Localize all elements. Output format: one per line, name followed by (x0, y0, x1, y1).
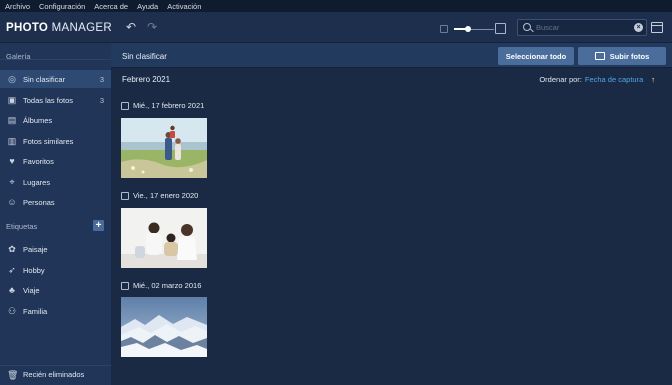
item-count: 3 (99, 95, 104, 105)
person-icon: ☺ (7, 197, 17, 207)
tags-section-label: Etiquetas (6, 222, 38, 231)
upload-photos-button[interactable]: Subir fotos (578, 47, 666, 65)
redo-icon[interactable]: ↷ (145, 20, 159, 34)
sidebar-item-similar[interactable]: ▥ Fotos similares (0, 132, 111, 150)
tag-label: Familia (23, 306, 48, 316)
tag-label: Viaje (23, 285, 40, 295)
photo-group-header: Mié., 17 febrero 2021 (121, 101, 204, 110)
sort-control: Ordenar por: Fecha de captura ↑ (539, 75, 655, 84)
photo-group-header: Mié., 02 marzo 2016 (121, 281, 201, 290)
tag-label: Hobby (23, 265, 45, 275)
sidebar-item-label: Todas las fotos (23, 95, 74, 105)
sidebar-item-recently-deleted[interactable]: 🗑 Recién eliminados (0, 365, 111, 383)
sidebar-item-people[interactable]: ☺ Personas (0, 193, 111, 211)
month-heading: Febrero 2021 (122, 75, 171, 84)
similar-photos-icon: ▥ (7, 136, 17, 146)
undo-icon[interactable]: ↶ (124, 20, 138, 34)
landscape-icon: ✿ (8, 244, 16, 254)
search-box: × (517, 19, 647, 36)
group-date: Mié., 17 febrero 2021 (133, 101, 205, 110)
item-count: 3 (99, 74, 104, 84)
map-pin-icon: ⌖ (9, 177, 15, 187)
sort-direction-icon[interactable]: ↑ (651, 75, 655, 84)
small-thumb-icon (440, 25, 448, 33)
sort-label: Ordenar por: (539, 75, 582, 84)
albums-icon: ▤ (7, 115, 17, 125)
sidebar-item-label: Lugares (23, 177, 51, 187)
sidebar-item-places[interactable]: ⌖ Lugares (0, 173, 111, 191)
page-title: Sin clasificar (122, 52, 167, 61)
photos-icon: ▣ (7, 95, 17, 105)
snowy-mountains-photo (121, 297, 207, 357)
trash-label: Recién eliminados (23, 370, 85, 379)
sidebar: Galería ◎ Sin clasificar 3 ▣ Todas las f… (0, 43, 111, 385)
sidebar-tag-landscape[interactable]: ✿ Paisaje (0, 240, 111, 258)
family-field-photo (121, 118, 207, 178)
sidebar-item-label: Fotos similares (23, 136, 74, 146)
menu-acerca-de[interactable]: Acerca de (94, 2, 128, 11)
group-checkbox[interactable] (121, 101, 129, 110)
photo-thumbnail[interactable] (121, 208, 207, 268)
select-all-button[interactable]: Seleccionar todo (498, 47, 574, 65)
sidebar-divider (0, 59, 111, 60)
large-thumb-icon (495, 23, 506, 34)
family-portrait-photo (121, 208, 207, 268)
sidebar-item-favorites[interactable]: ♥ Favoritos (0, 152, 111, 170)
calendar-icon[interactable] (651, 22, 663, 33)
sidebar-item-all-photos[interactable]: ▣ Todas las fotos 3 (0, 91, 111, 109)
upload-label: Subir fotos (609, 51, 650, 61)
menu-activacion[interactable]: Activación (167, 2, 201, 11)
group-date: Vie., 17 enero 2020 (133, 191, 199, 200)
menu-bar: Archivo Configuración Acerca de Ayuda Ac… (0, 0, 672, 12)
sidebar-item-unsorted[interactable]: ◎ Sin clasificar 3 (0, 70, 111, 88)
clear-search-icon[interactable]: × (634, 23, 643, 32)
photo-thumbnail[interactable] (121, 118, 207, 178)
content-header: Sin clasificar Seleccionar todo Subir fo… (111, 43, 672, 68)
search-icon (523, 23, 531, 31)
app-logo: PHOTO MANAGER (6, 22, 112, 34)
search-input[interactable] (536, 21, 631, 34)
menu-ayuda[interactable]: Ayuda (137, 2, 158, 11)
sidebar-tag-family[interactable]: ⚇ Familia (0, 302, 111, 320)
group-checkbox[interactable] (121, 191, 129, 200)
menu-configuracion[interactable]: Configuración (39, 2, 85, 11)
add-tag-button[interactable]: + (93, 220, 104, 231)
sidebar-tag-travel[interactable]: ♣ Viaje (0, 281, 111, 299)
sidebar-item-label: Sin clasificar (23, 74, 66, 84)
sidebar-item-label: Personas (23, 197, 55, 207)
sidebar-tag-hobby[interactable]: ➶ Hobby (0, 261, 111, 279)
palm-tree-icon: ♣ (9, 285, 15, 295)
menu-archivo[interactable]: Archivo (5, 2, 30, 11)
rocket-icon: ➶ (8, 265, 16, 275)
group-date: Mié., 02 marzo 2016 (133, 281, 202, 290)
sidebar-item-label: Favoritos (23, 156, 54, 166)
group-checkbox[interactable] (121, 281, 129, 290)
main-content: Sin clasificar Seleccionar todo Subir fo… (111, 43, 672, 385)
upload-icon (594, 52, 605, 60)
zoom-slider[interactable] (440, 23, 510, 34)
sidebar-item-albums[interactable]: ▤ Álbumes (0, 111, 111, 129)
heart-icon: ♥ (9, 156, 15, 166)
sort-value-link[interactable]: Fecha de captura (585, 75, 643, 84)
tag-label: Paisaje (23, 244, 48, 254)
unsorted-icon: ◎ (8, 74, 16, 84)
zoom-knob[interactable] (465, 26, 471, 32)
sidebar-item-label: Álbumes (23, 115, 53, 125)
photo-group-header: Vie., 17 enero 2020 (121, 191, 198, 200)
photo-thumbnail[interactable] (121, 297, 207, 357)
family-icon: ⚇ (7, 306, 17, 316)
trash-icon: 🗑 (7, 369, 19, 380)
